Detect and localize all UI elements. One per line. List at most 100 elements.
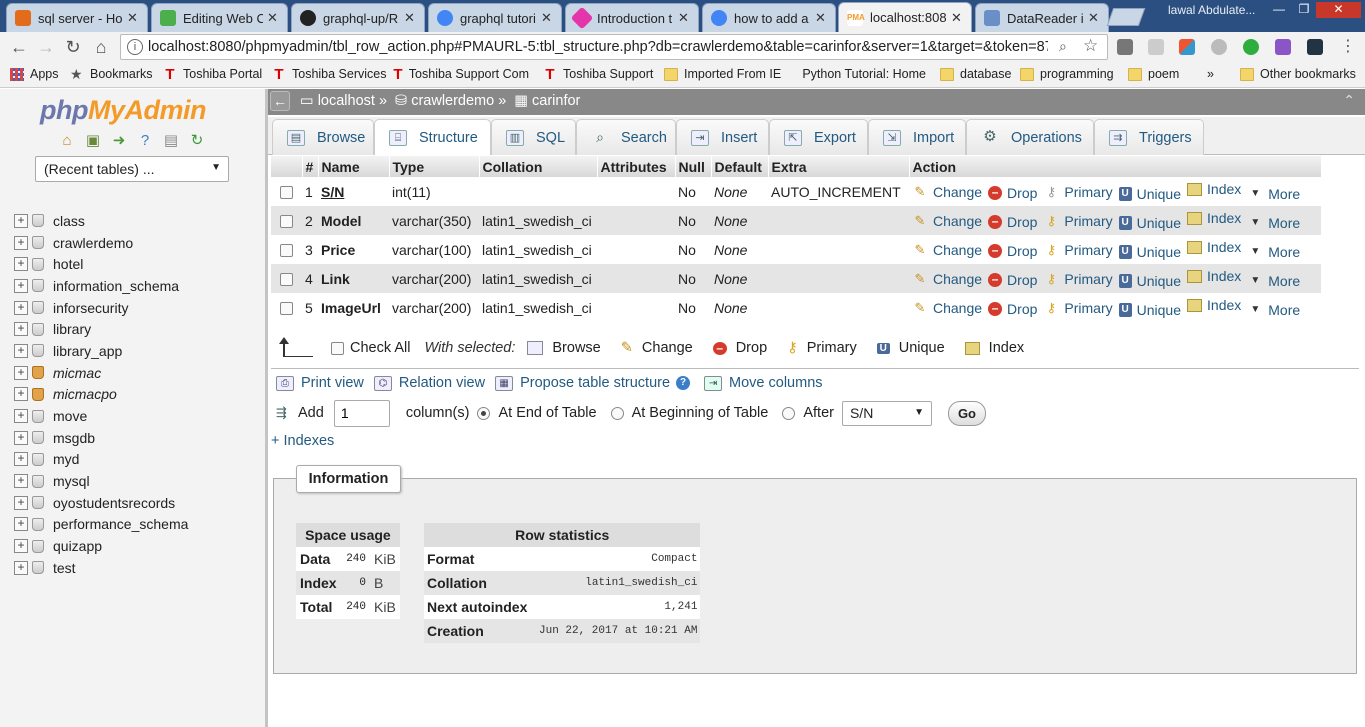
- database-name[interactable]: library_app: [53, 343, 122, 359]
- bookmark-poem[interactable]: poem: [1128, 67, 1179, 81]
- database-name[interactable]: msgdb: [53, 430, 95, 446]
- row-checkbox[interactable]: [280, 273, 293, 287]
- collapse-up-icon[interactable]: ⌃: [1343, 92, 1355, 109]
- browser-tab-6[interactable]: how to add a ✕: [702, 3, 836, 32]
- index-button[interactable]: Index: [1187, 297, 1241, 313]
- bookmark-other-bookmarks[interactable]: Other bookmarks: [1240, 67, 1356, 81]
- browser-tab-5[interactable]: Introduction t ✕: [565, 3, 699, 32]
- more-actions-button[interactable]: ▼ More: [1247, 186, 1300, 202]
- expand-plus-icon[interactable]: +: [14, 387, 28, 402]
- home-icon[interactable]: ⌂: [91, 37, 111, 57]
- close-icon[interactable]: ✕: [404, 10, 418, 26]
- bulk-primary-button[interactable]: ⚷ Primary: [787, 340, 857, 356]
- unique-button[interactable]: U Unique: [1118, 273, 1181, 289]
- panel-splitter[interactable]: [265, 89, 268, 727]
- database-name[interactable]: micmacpo: [53, 386, 117, 402]
- relation-view-link[interactable]: ⌬ Relation view: [373, 375, 485, 391]
- drop-column-button[interactable]: – Drop: [988, 272, 1037, 288]
- primary-key-button[interactable]: ⚷ Primary: [1043, 300, 1113, 316]
- column-name[interactable]: S/N: [321, 184, 344, 200]
- unique-button[interactable]: U Unique: [1118, 244, 1181, 260]
- tab-import[interactable]: ⇲ Import: [868, 119, 966, 155]
- database-item[interactable]: + mysql: [14, 470, 188, 492]
- unique-button[interactable]: U Unique: [1118, 302, 1181, 318]
- bookmark-programming[interactable]: programming: [1020, 67, 1114, 81]
- more-actions-button[interactable]: ▼ More: [1247, 244, 1300, 260]
- database-item[interactable]: + crawlerdemo: [14, 232, 188, 254]
- row-checkbox[interactable]: [280, 302, 293, 316]
- at-end-radio[interactable]: [477, 406, 491, 420]
- browser-tab-1[interactable]: sql server - Ho ✕: [6, 3, 148, 32]
- database-item[interactable]: + quizapp: [14, 535, 188, 557]
- expand-plus-icon[interactable]: +: [14, 278, 28, 293]
- after-column-select[interactable]: S/N ▼: [841, 400, 932, 426]
- expand-plus-icon[interactable]: +: [14, 257, 28, 272]
- propose-structure-link[interactable]: ▦ Propose table structure: [495, 375, 670, 391]
- help-icon[interactable]: ?: [676, 376, 691, 390]
- unique-button[interactable]: U Unique: [1118, 215, 1181, 231]
- bulk-change-button[interactable]: ✎ Change: [621, 340, 693, 356]
- more-actions-button[interactable]: ▼ More: [1247, 273, 1300, 289]
- maximize-icon[interactable]: ❐: [1291, 2, 1317, 18]
- collapse-navigation-button[interactable]: ←: [270, 91, 290, 111]
- reload-icon[interactable]: ↻: [63, 37, 83, 57]
- database-item[interactable]: + oyostudentsrecords: [14, 492, 188, 514]
- bookmark-python-tutorial[interactable]: Python Tutorial: Home: [790, 67, 926, 81]
- expand-plus-icon[interactable]: +: [14, 560, 28, 575]
- primary-key-button[interactable]: ⚷ Primary: [1043, 213, 1113, 229]
- url-text[interactable]: localhost:8080/phpmyadmin/tbl_row_action…: [148, 39, 1048, 55]
- change-column-button[interactable]: ✎ Change: [912, 242, 983, 258]
- breadcrumb-server[interactable]: localhost: [318, 93, 375, 109]
- reload-icon[interactable]: ↻: [187, 132, 207, 150]
- at-end-label[interactable]: At End of Table: [498, 405, 596, 421]
- print-view-link[interactable]: ⎙ Print view: [276, 375, 364, 391]
- change-column-button[interactable]: ✎ Change: [912, 271, 983, 287]
- drop-column-button[interactable]: – Drop: [988, 185, 1037, 201]
- menu-icon[interactable]: ⋮: [1338, 37, 1358, 57]
- database-name[interactable]: quizapp: [53, 538, 102, 554]
- browser-tab-8[interactable]: DataReader in ✕: [975, 3, 1109, 32]
- expand-plus-icon[interactable]: +: [14, 495, 28, 510]
- index-button[interactable]: Index: [1187, 181, 1241, 197]
- expand-plus-icon[interactable]: +: [14, 213, 28, 228]
- database-item[interactable]: + micmac: [14, 362, 188, 384]
- bookmark-database[interactable]: database: [940, 67, 1011, 81]
- bookmark-imported-from-ie[interactable]: Imported From IE: [664, 67, 781, 81]
- tab-structure[interactable]: ⌸ Structure: [374, 119, 491, 155]
- change-column-button[interactable]: ✎ Change: [912, 300, 983, 316]
- bulk-drop-button[interactable]: – Drop: [712, 340, 767, 356]
- bookmark-star-icon[interactable]: ☆: [1083, 36, 1098, 56]
- database-name[interactable]: myd: [53, 451, 79, 467]
- add-column-count-input[interactable]: [333, 399, 390, 427]
- check-all-checkbox[interactable]: [331, 341, 344, 355]
- expand-plus-icon[interactable]: +: [14, 517, 28, 532]
- database-name[interactable]: library: [53, 321, 91, 337]
- database-item[interactable]: + myd: [14, 449, 188, 471]
- back-arrow-icon[interactable]: ←: [9, 37, 29, 57]
- close-icon[interactable]: ✕: [541, 10, 555, 26]
- database-name[interactable]: micmac: [53, 365, 101, 381]
- row-checkbox[interactable]: [280, 244, 293, 258]
- unique-button[interactable]: U Unique: [1118, 186, 1181, 202]
- database-item[interactable]: + performance_schema: [14, 514, 188, 536]
- database-item[interactable]: + micmacpo: [14, 384, 188, 406]
- bookmark-toshiba-portal[interactable]: T Toshiba Portal: [163, 67, 262, 82]
- close-icon[interactable]: ✕: [815, 10, 829, 26]
- notification-extension-icon[interactable]: [1307, 39, 1323, 55]
- expand-plus-icon[interactable]: +: [14, 300, 28, 315]
- home-icon[interactable]: ⌂: [57, 132, 77, 150]
- new-tab-button[interactable]: [1106, 8, 1146, 26]
- database-item[interactable]: + inforsecurity: [14, 297, 188, 319]
- row-checkbox[interactable]: [280, 215, 293, 229]
- expand-plus-icon[interactable]: +: [14, 365, 28, 380]
- index-button[interactable]: Index: [1187, 268, 1241, 284]
- phpmyadmin-logo[interactable]: phpMyAdmin: [40, 95, 206, 126]
- logout-icon[interactable]: ▣: [83, 132, 103, 150]
- drop-column-button[interactable]: – Drop: [988, 214, 1037, 230]
- bulk-index-button[interactable]: Index: [964, 340, 1024, 356]
- info-icon[interactable]: i: [127, 39, 143, 55]
- tab-search[interactable]: ⌕ Search: [576, 119, 676, 155]
- database-name[interactable]: oyostudentsrecords: [53, 495, 175, 511]
- database-item[interactable]: + class: [14, 210, 188, 232]
- close-icon[interactable]: ✕: [127, 10, 141, 26]
